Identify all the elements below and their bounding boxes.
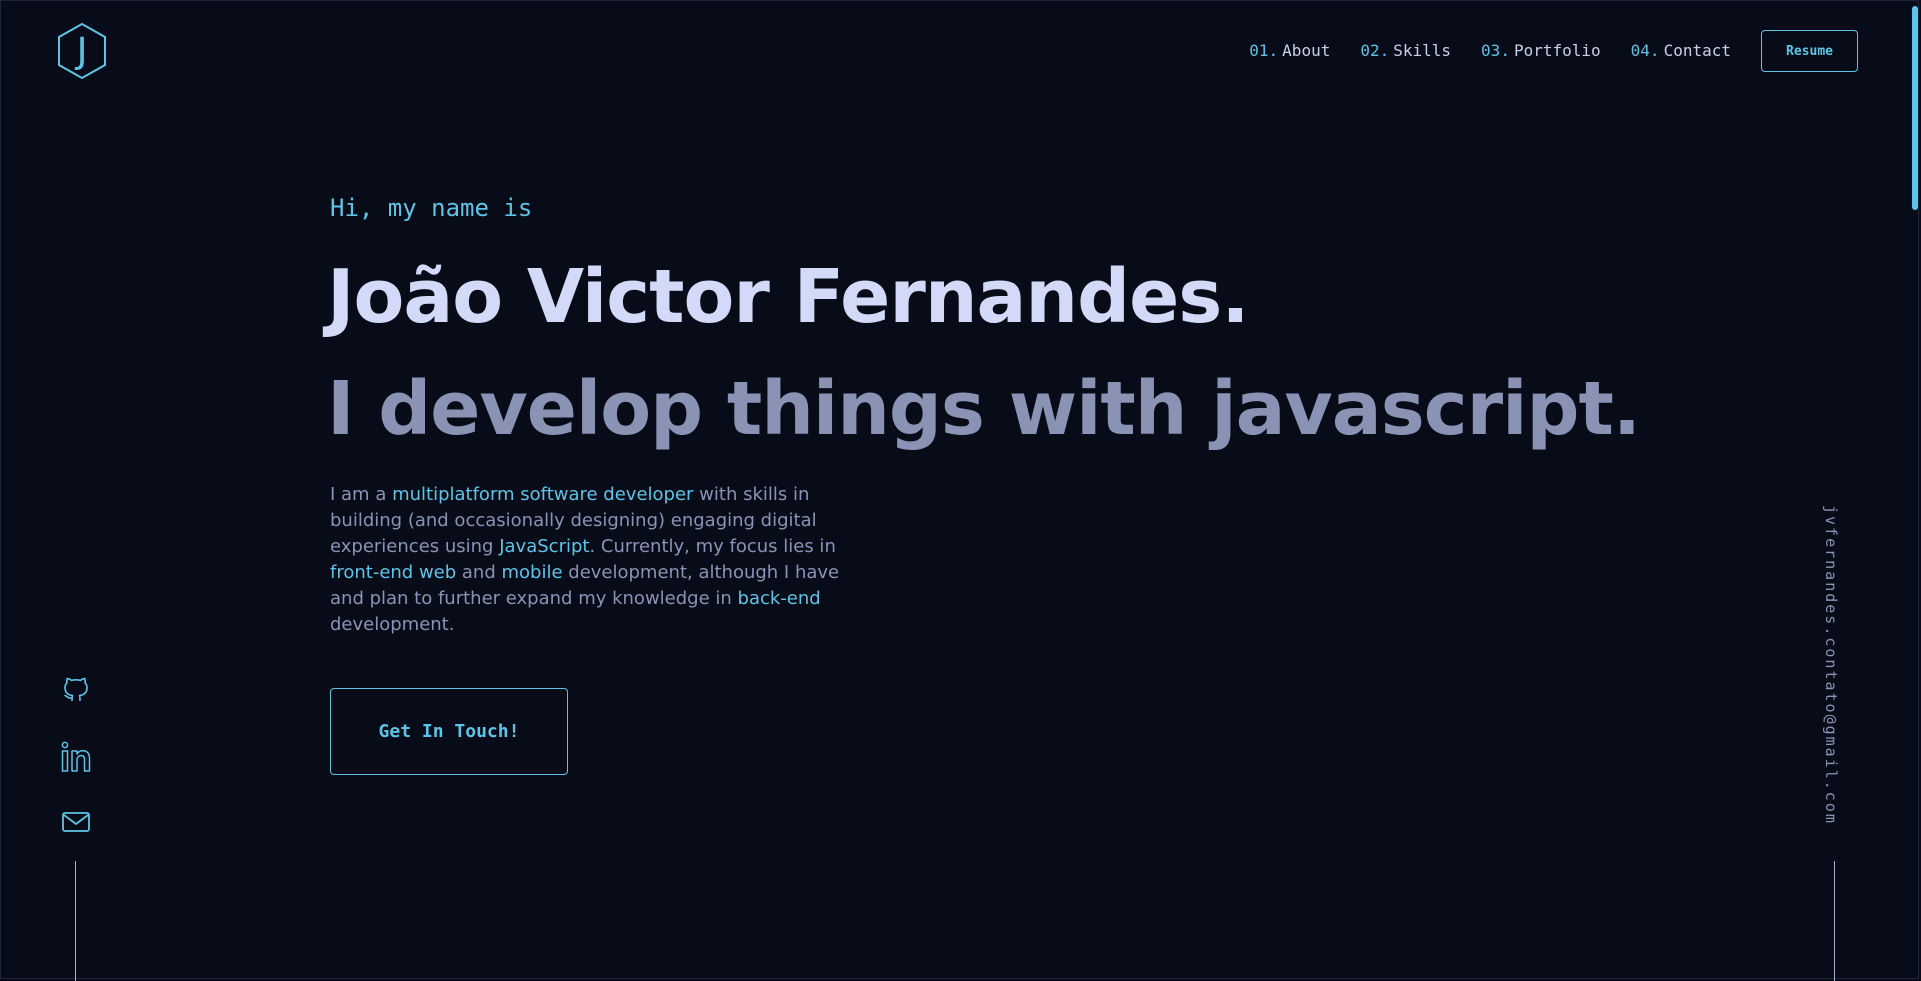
hero-name: João Victor Fernandes. — [327, 254, 1249, 340]
svg-text:J: J — [75, 31, 88, 72]
nav-number: 03. — [1481, 41, 1510, 60]
linkedin-link[interactable] — [55, 736, 97, 778]
bio-highlight: JavaScript — [499, 536, 590, 557]
hero-bio: I am a multiplatform software developer … — [330, 482, 870, 638]
linkedin-icon — [61, 741, 91, 772]
nav-number: 01. — [1249, 41, 1279, 60]
logo[interactable]: J — [56, 22, 108, 80]
bio-highlight: mobile — [501, 562, 563, 583]
bio-highlight: multiplatform software developer — [392, 484, 694, 505]
left-divider-line — [75, 861, 76, 981]
resume-button[interactable]: Resume — [1761, 30, 1858, 72]
bio-text: I am a — [330, 484, 393, 505]
main-nav: 01. About 02. Skills 03. Portfolio 04. Conta… — [1249, 40, 1731, 62]
nav-number: 02. — [1360, 41, 1390, 60]
page-frame — [0, 0, 1919, 979]
bio-highlight: back-end — [737, 588, 821, 609]
nav-item-contact[interactable]: 04. Contact — [1631, 40, 1731, 62]
bio-text: development. — [330, 614, 455, 635]
nav-label: Skills — [1393, 41, 1452, 60]
get-in-touch-button[interactable]: Get In Touch! — [330, 688, 568, 775]
bio-text: and — [456, 562, 502, 583]
bio-highlight: front-end web — [330, 562, 457, 583]
mail-icon — [62, 812, 90, 832]
nav-item-portfolio[interactable]: 03. Portfolio — [1481, 40, 1601, 62]
nav-item-skills[interactable]: 02. Skills — [1360, 40, 1451, 62]
hexagon-logo-icon: J — [58, 22, 106, 80]
nav-number: 04. — [1630, 41, 1660, 60]
hero-tagline: I develop things with javascript. — [327, 366, 1641, 452]
github-link[interactable] — [55, 666, 97, 708]
nav-label: About — [1282, 41, 1331, 60]
scrollbar-thumb[interactable] — [1912, 6, 1918, 210]
nav-item-about[interactable]: 01. About — [1249, 40, 1330, 62]
right-divider-line — [1834, 861, 1835, 981]
hero-greeting: Hi, my name is — [330, 194, 533, 222]
nav-label: Contact — [1663, 41, 1731, 60]
nav-label: Portfolio — [1513, 41, 1601, 60]
side-email-link[interactable]: jvfernandes.contato@gmail.com — [1822, 505, 1840, 825]
bio-text: . Currently, my focus lies in — [589, 536, 836, 557]
github-icon — [64, 677, 88, 702]
email-link[interactable] — [55, 801, 97, 843]
